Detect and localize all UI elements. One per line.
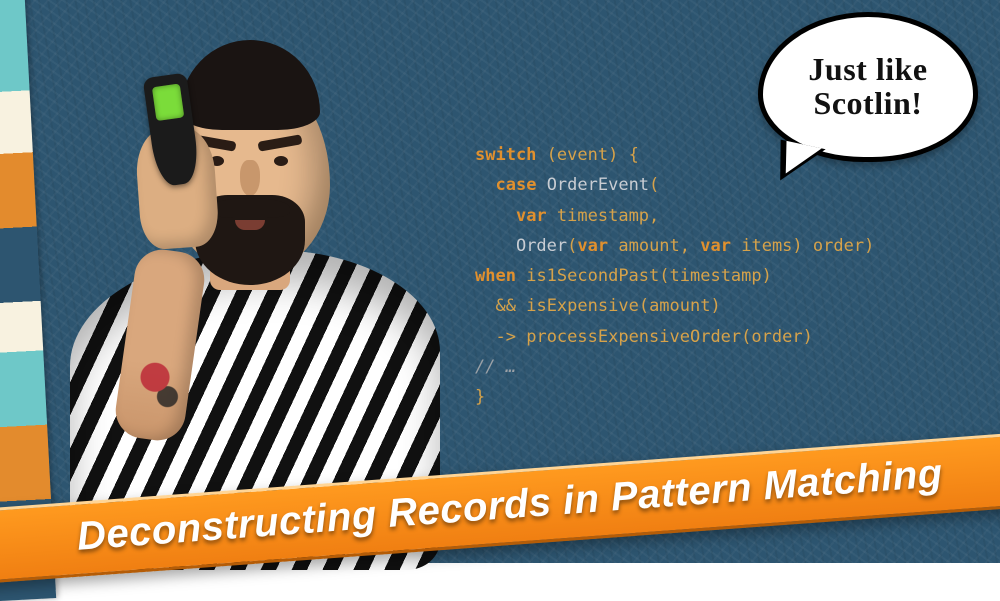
kw-when: when [475,266,516,286]
kw-var: var [516,206,547,226]
code-paren: ( [639,296,649,316]
code-arrow: -> [495,327,515,347]
code-paren: ) { [608,145,639,165]
code-paren: ) [792,236,812,256]
arm-tattoo [125,346,194,424]
code-fn: processExpensiveOrder [526,327,741,347]
code-type: Order [516,236,567,256]
kw-switch: switch [475,145,536,165]
kw-var: var [577,236,608,256]
code-ident: amount [618,236,679,256]
eye-right [274,156,288,166]
code-brace: } [475,387,485,407]
code-space [731,236,741,256]
code-type: OrderEvent [547,175,649,195]
hair [180,40,320,130]
code-comment: // … [475,357,516,377]
code-paren: ) [762,266,772,286]
speech-bubble-body: Just like Scotlin! [758,12,978,162]
code-space [516,266,526,286]
code-space [516,296,526,316]
nose [240,160,260,196]
code-comma: , [680,236,700,256]
code-space [536,175,546,195]
code-paren: ( [536,145,556,165]
kw-var: var [700,236,731,256]
code-space [516,327,526,347]
code-space [608,236,618,256]
code-paren: ( [649,175,659,195]
code-ident: timestamp [557,206,649,226]
code-paren: ( [741,327,751,347]
code-ident: order [751,327,802,347]
thumbnail-stage: switch (event) { case OrderEvent( var ti… [0,0,1000,563]
speech-bubble-text: Just like Scotlin! [781,53,955,120]
code-ident: amount [649,296,710,316]
code-ident: order [813,236,864,256]
code-paren: ) [864,236,874,256]
code-op: && [495,296,515,316]
code-snippet: switch (event) { case OrderEvent( var ti… [475,140,975,412]
code-ident: timestamp [670,266,762,286]
mustache [210,198,290,218]
code-paren: ( [659,266,669,286]
speech-bubble: Just like Scotlin! [758,12,978,162]
code-paren: ) [803,327,813,347]
code-fn: isExpensive [526,296,639,316]
code-ident: event [557,145,608,165]
code-space [547,206,557,226]
code-fn: is1SecondPast [526,266,659,286]
code-ident: items [741,236,792,256]
code-paren: ( [567,236,577,256]
code-comma: , [649,206,659,226]
code-paren: ) [710,296,720,316]
kw-case: case [495,175,536,195]
